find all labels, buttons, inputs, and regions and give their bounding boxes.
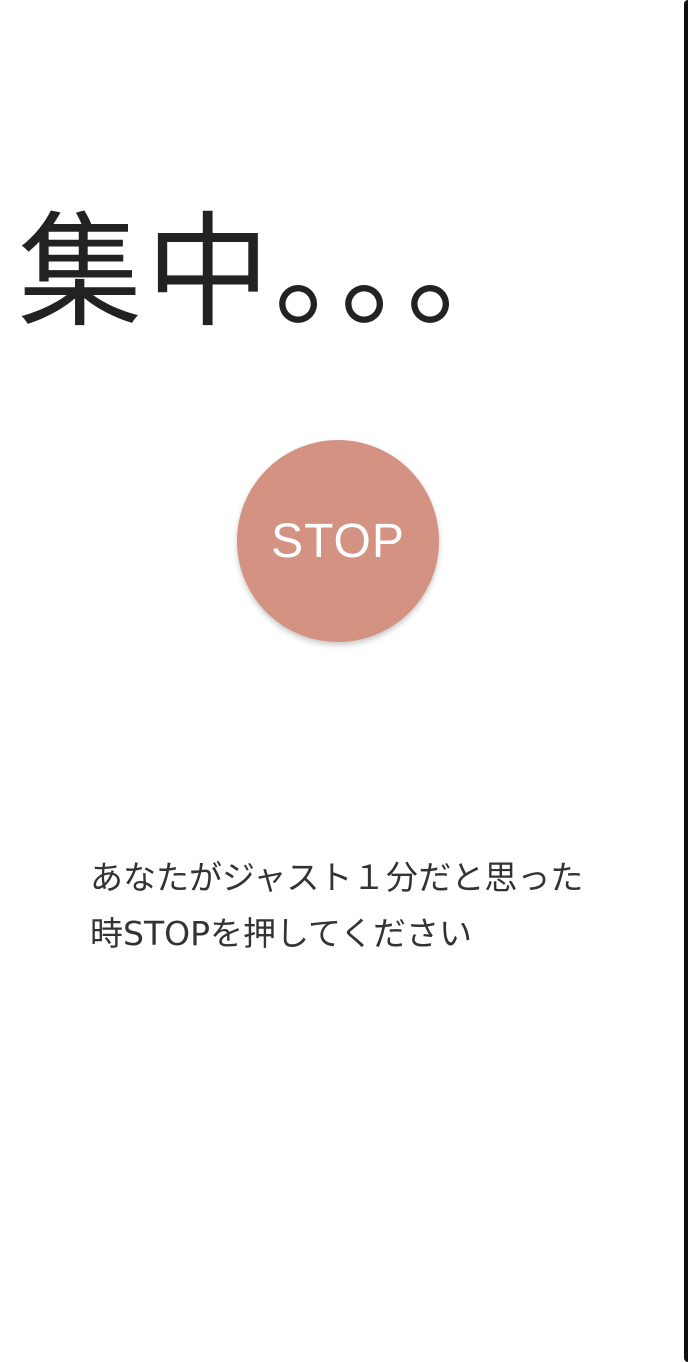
page-title: 集中。。。 — [18, 201, 535, 345]
app-screen: 集中。。。 STOP あなたがジャスト１分だと思った時STOPを押してください — [0, 0, 684, 1362]
stop-button[interactable]: STOP — [237, 440, 439, 642]
instruction-text: あなたがジャスト１分だと思った時STOPを押してください — [90, 858, 584, 953]
device-edge — [684, 0, 688, 1362]
